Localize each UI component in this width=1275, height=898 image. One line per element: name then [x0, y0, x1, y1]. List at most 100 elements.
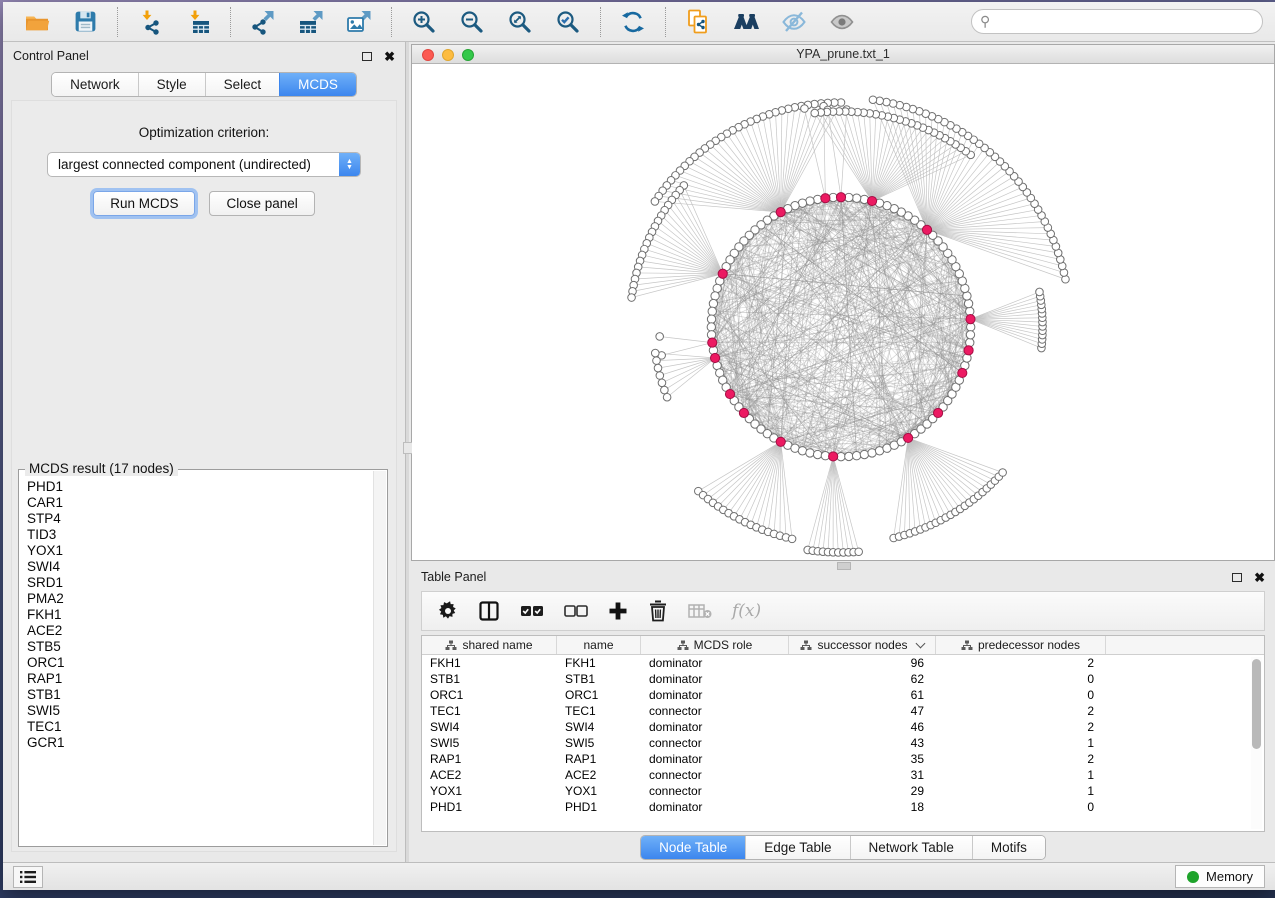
column-header-name[interactable]: name: [557, 636, 641, 654]
name-cell[interactable]: ACE2: [557, 768, 641, 782]
predecessor-nodes-cell[interactable]: 1: [936, 768, 1106, 782]
mcds-result-item[interactable]: FKH1: [27, 607, 373, 623]
run-mcds-button[interactable]: Run MCDS: [93, 191, 195, 216]
zoom-in-button[interactable]: [410, 8, 438, 36]
mcds-result-item[interactable]: STB1: [27, 687, 373, 703]
table-row[interactable]: ACE2ACE2connector311: [422, 767, 1264, 783]
table-row[interactable]: PHD1PHD1dominator180: [422, 799, 1264, 815]
mcds-result-item[interactable]: RAP1: [27, 671, 373, 687]
successor-nodes-cell[interactable]: 96: [789, 656, 936, 670]
shared-name-cell[interactable]: STB1: [422, 672, 557, 686]
table-row[interactable]: YOX1YOX1connector291: [422, 783, 1264, 799]
export-table-button[interactable]: [297, 8, 325, 36]
close-window-icon[interactable]: [422, 49, 434, 61]
mcds-role-cell[interactable]: dominator: [641, 800, 789, 814]
predecessor-nodes-cell[interactable]: 0: [936, 688, 1106, 702]
save-session-button[interactable]: [71, 8, 99, 36]
tab-edge-table[interactable]: Edge Table: [745, 836, 849, 859]
show-columns-button[interactable]: [478, 597, 500, 625]
mcds-role-cell[interactable]: dominator: [641, 672, 789, 686]
float-panel-icon[interactable]: [1232, 573, 1242, 582]
import-network-button[interactable]: [136, 8, 164, 36]
select-all-button[interactable]: [520, 597, 544, 625]
mcds-result-item[interactable]: SWI5: [27, 703, 373, 719]
predecessor-nodes-cell[interactable]: 2: [936, 704, 1106, 718]
successor-nodes-cell[interactable]: 29: [789, 784, 936, 798]
close-panel-icon[interactable]: ✖: [1254, 571, 1265, 584]
predecessor-nodes-cell[interactable]: 2: [936, 720, 1106, 734]
tab-network-table[interactable]: Network Table: [850, 836, 972, 859]
predecessor-nodes-cell[interactable]: 1: [936, 736, 1106, 750]
table-row[interactable]: TEC1TEC1connector472: [422, 703, 1264, 719]
mcds-result-item[interactable]: TEC1: [27, 719, 373, 735]
close-panel-button[interactable]: Close panel: [209, 191, 314, 216]
delete-column-button[interactable]: [648, 597, 668, 625]
predecessor-nodes-cell[interactable]: 0: [936, 672, 1106, 686]
successor-nodes-cell[interactable]: 62: [789, 672, 936, 686]
mcds-role-cell[interactable]: connector: [641, 704, 789, 718]
zoom-selected-button[interactable]: [554, 8, 582, 36]
table-settings-button[interactable]: [438, 597, 458, 625]
name-cell[interactable]: ORC1: [557, 688, 641, 702]
show-all-button[interactable]: [828, 8, 856, 36]
table-scrollbar-thumb[interactable]: [1252, 659, 1261, 749]
zoom-fit-button[interactable]: [506, 8, 534, 36]
copy-network-button[interactable]: [684, 8, 712, 36]
predecessor-nodes-cell[interactable]: 2: [936, 656, 1106, 670]
tab-mcds[interactable]: MCDS: [279, 73, 356, 96]
successor-nodes-cell[interactable]: 35: [789, 752, 936, 766]
mcds-result-item[interactable]: PMA2: [27, 591, 373, 607]
mcds-role-cell[interactable]: dominator: [641, 720, 789, 734]
memory-button[interactable]: Memory: [1175, 865, 1265, 888]
successor-nodes-cell[interactable]: 61: [789, 688, 936, 702]
predecessor-nodes-cell[interactable]: 0: [936, 800, 1106, 814]
shared-name-cell[interactable]: TEC1: [422, 704, 557, 718]
tab-style[interactable]: Style: [138, 73, 205, 96]
table-row[interactable]: STB1STB1dominator620: [422, 671, 1264, 687]
add-column-button[interactable]: [608, 597, 628, 625]
import-table-button[interactable]: [184, 8, 212, 36]
predecessor-nodes-cell[interactable]: 1: [936, 784, 1106, 798]
mcds-role-cell[interactable]: dominator: [641, 752, 789, 766]
successor-nodes-cell[interactable]: 43: [789, 736, 936, 750]
successor-nodes-cell[interactable]: 31: [789, 768, 936, 782]
float-panel-icon[interactable]: [362, 52, 372, 61]
column-header-successor-nodes[interactable]: successor nodes: [789, 636, 936, 654]
deselect-all-button[interactable]: [564, 597, 588, 625]
mcds-role-cell[interactable]: connector: [641, 784, 789, 798]
mcds-role-cell[interactable]: dominator: [641, 656, 789, 670]
shared-name-cell[interactable]: RAP1: [422, 752, 557, 766]
column-header-shared-name[interactable]: shared name: [422, 636, 557, 654]
mcds-result-item[interactable]: CAR1: [27, 495, 373, 511]
successor-nodes-cell[interactable]: 46: [789, 720, 936, 734]
predecessor-nodes-cell[interactable]: 2: [936, 752, 1106, 766]
maximize-window-icon[interactable]: [462, 49, 474, 61]
export-network-button[interactable]: [249, 8, 277, 36]
network-window-titlebar[interactable]: YPA_prune.txt_1: [412, 45, 1274, 64]
mcds-result-item[interactable]: STB5: [27, 639, 373, 655]
shared-name-cell[interactable]: SWI4: [422, 720, 557, 734]
mcds-result-item[interactable]: GCR1: [27, 735, 373, 751]
close-panel-icon[interactable]: ✖: [384, 50, 395, 63]
task-history-button[interactable]: [13, 866, 43, 888]
mcds-role-cell[interactable]: dominator: [641, 688, 789, 702]
mcds-result-item[interactable]: ACE2: [27, 623, 373, 639]
shared-name-cell[interactable]: ACE2: [422, 768, 557, 782]
shared-name-cell[interactable]: PHD1: [422, 800, 557, 814]
mcds-result-item[interactable]: SRD1: [27, 575, 373, 591]
mcds-result-item[interactable]: STP4: [27, 511, 373, 527]
mcds-result-item[interactable]: SWI4: [27, 559, 373, 575]
table-row[interactable]: ORC1ORC1dominator610: [422, 687, 1264, 703]
successor-nodes-cell[interactable]: 18: [789, 800, 936, 814]
table-scrollbar[interactable]: [1251, 657, 1262, 829]
mcds-result-item[interactable]: YOX1: [27, 543, 373, 559]
name-cell[interactable]: RAP1: [557, 752, 641, 766]
table-row[interactable]: SWI5SWI5connector431: [422, 735, 1264, 751]
table-row[interactable]: FKH1FKH1dominator962: [422, 655, 1264, 671]
export-image-button[interactable]: [345, 8, 373, 36]
open-session-button[interactable]: [23, 8, 51, 36]
shared-name-cell[interactable]: SWI5: [422, 736, 557, 750]
mcds-result-item[interactable]: ORC1: [27, 655, 373, 671]
first-neighbors-button[interactable]: [732, 8, 760, 36]
network-canvas[interactable]: [412, 64, 1274, 560]
